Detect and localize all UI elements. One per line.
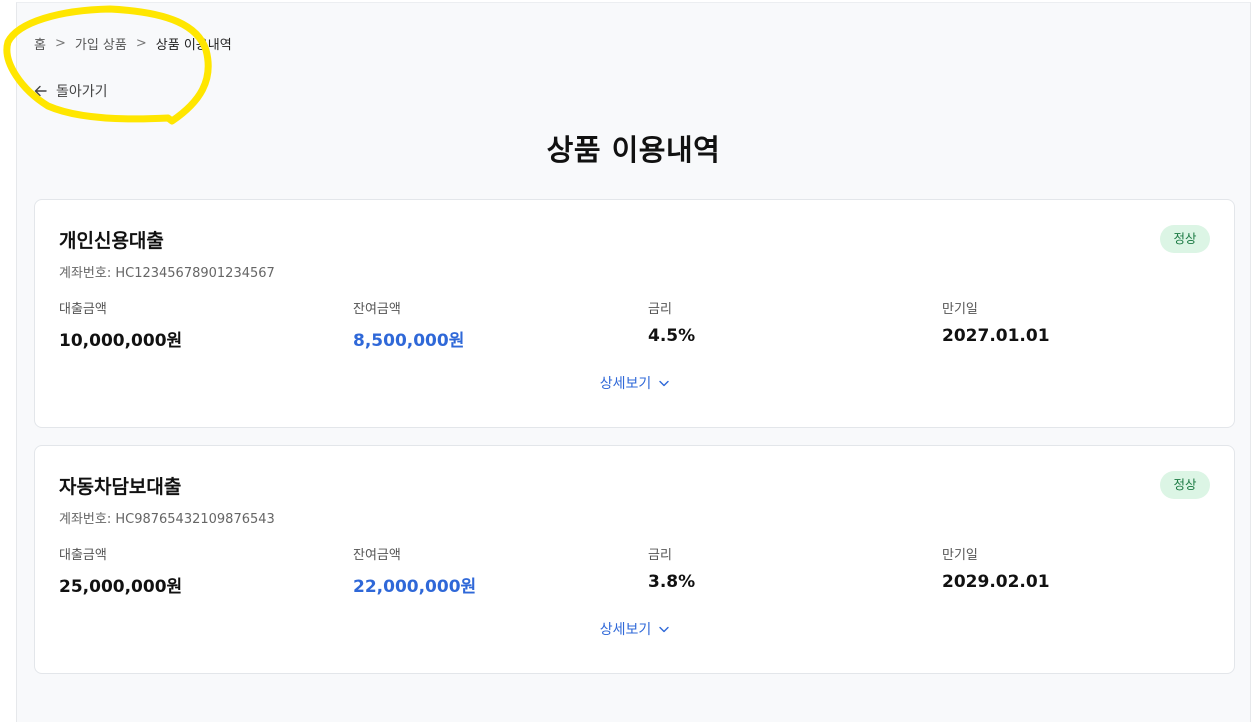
breadcrumb-products[interactable]: 가입 상품 (75, 34, 127, 53)
loan-amount-field: 대출금액 25,000,000원 (59, 544, 182, 597)
maturity-label: 만기일 (942, 548, 978, 563)
status-badge: 정상 (1160, 225, 1210, 253)
product-card: 개인신용대출 정상 계좌번호: HC12345678901234567 대출금액… (34, 199, 1235, 428)
maturity-label: 만기일 (942, 302, 978, 317)
breadcrumb-current: 상품 이용내역 (155, 38, 232, 53)
maturity-value: 2027.01.01 (942, 326, 1050, 346)
balance-label: 잔여금액 (353, 302, 401, 317)
maturity-field: 만기일 2029.02.01 (942, 544, 1050, 592)
chevron-down-icon (659, 380, 669, 386)
loan-amount-label: 대출금액 (59, 302, 107, 317)
balance-value: 22,000,000원 (353, 577, 477, 597)
rate-value: 4.5% (648, 326, 696, 346)
page-container: 홈 > 가입 상품 > 상품 이용내역 돌아가기 상품 이용내역 개인신용대출 … (16, 2, 1251, 722)
breadcrumb-home[interactable]: 홈 (34, 34, 46, 53)
rate-label: 금리 (648, 548, 672, 563)
breadcrumb-separator: > (135, 36, 147, 51)
maturity-value: 2029.02.01 (942, 572, 1050, 592)
back-button[interactable]: 돌아가기 (34, 81, 108, 101)
balance-value: 8,500,000원 (353, 331, 465, 351)
back-button-label: 돌아가기 (56, 84, 108, 100)
arrow-left-icon (34, 85, 47, 97)
product-card: 자동차담보대출 정상 계좌번호: HC98765432109876543 대출금… (34, 445, 1235, 674)
product-name: 개인신용대출 (59, 230, 164, 252)
breadcrumb-separator: > (54, 36, 66, 51)
product-name: 자동차담보대출 (59, 476, 182, 498)
rate-field: 금리 3.8% (648, 544, 695, 592)
maturity-field: 만기일 2027.01.01 (942, 298, 1050, 346)
rate-label: 금리 (648, 302, 672, 317)
page-title: 상품 이용내역 (546, 133, 721, 167)
chevron-down-icon (659, 626, 669, 632)
loan-amount-field: 대출금액 10,000,000원 (59, 298, 182, 351)
balance-label: 잔여금액 (353, 548, 401, 563)
balance-field: 잔여금액 8,500,000원 (353, 298, 464, 351)
loan-amount-value: 25,000,000원 (59, 577, 183, 597)
breadcrumb: 홈 > 가입 상품 > 상품 이용내역 (34, 34, 232, 53)
account-number: 계좌번호: HC12345678901234567 (59, 266, 275, 281)
loan-amount-value: 10,000,000원 (59, 331, 183, 351)
loan-amount-label: 대출금액 (59, 548, 107, 563)
account-number: 계좌번호: HC98765432109876543 (59, 512, 275, 527)
detail-toggle-label: 상세보기 (599, 376, 652, 392)
detail-toggle-button[interactable]: 상세보기 (35, 373, 1234, 393)
detail-toggle-button[interactable]: 상세보기 (35, 619, 1234, 639)
rate-field: 금리 4.5% (648, 298, 695, 346)
rate-value: 3.8% (648, 572, 696, 592)
status-badge: 정상 (1160, 471, 1210, 499)
detail-toggle-label: 상세보기 (599, 622, 652, 638)
balance-field: 잔여금액 22,000,000원 (353, 544, 476, 597)
